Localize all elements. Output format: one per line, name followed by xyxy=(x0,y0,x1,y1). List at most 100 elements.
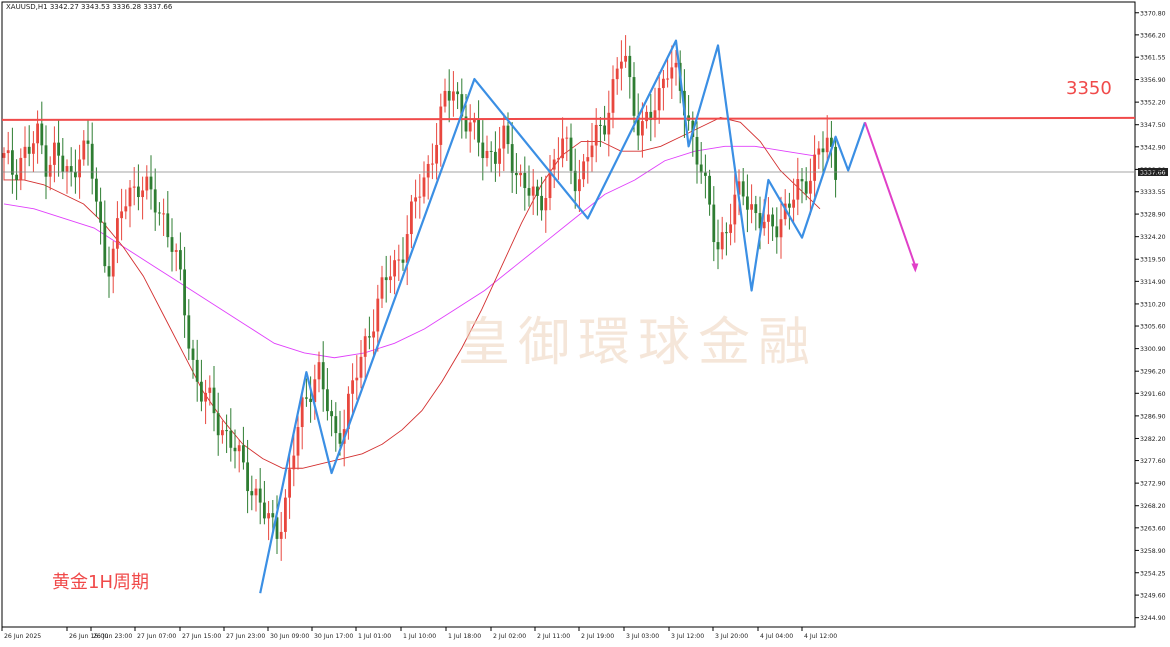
bear-candle-body xyxy=(166,213,170,238)
bear-candle-body xyxy=(15,174,18,181)
bear-candle-body xyxy=(771,214,774,227)
x-tick-label: 30 Jun 17:00 xyxy=(314,633,353,640)
bull-candle-body xyxy=(519,172,522,176)
bull-candle-body xyxy=(53,142,56,165)
bear-candle-body xyxy=(86,140,90,144)
bear-candle-body xyxy=(821,148,825,153)
bull-candle-body xyxy=(405,234,409,263)
bear-candle-body xyxy=(515,172,518,176)
bull-candle-body xyxy=(414,197,417,202)
y-tick-label: 3300.90 xyxy=(1140,346,1166,353)
bull-candle-body xyxy=(426,163,430,178)
bull-candle-body xyxy=(586,157,590,162)
y-tick-label: 3272.90 xyxy=(1140,481,1166,488)
y-tick-label: 3286.90 xyxy=(1140,413,1166,420)
bull-candle-body xyxy=(552,159,556,170)
y-tick-label: 3268.20 xyxy=(1140,503,1166,510)
y-tick-label: 3366.20 xyxy=(1140,32,1166,39)
timeframe-caption: 黄金1H周期 xyxy=(52,572,149,593)
bull-candle-body xyxy=(779,219,783,238)
y-tick-label: 3324.20 xyxy=(1140,234,1166,241)
bear-candle-body xyxy=(229,430,233,448)
bull-candle-body xyxy=(418,196,422,198)
y-tick-label: 3333.55 xyxy=(1140,189,1166,196)
bear-candle-body xyxy=(250,491,254,496)
bull-candle-body xyxy=(372,331,375,338)
bull-candle-body xyxy=(174,250,178,252)
y-tick-label: 3254.25 xyxy=(1140,570,1166,577)
bull-candle-body xyxy=(145,176,149,191)
bull-candle-body xyxy=(502,125,506,149)
bear-candle-body xyxy=(628,55,632,78)
bull-candle-body xyxy=(813,154,816,181)
x-tick-label: 3 Jul 03:00 xyxy=(626,633,659,640)
bear-candle-body xyxy=(527,188,531,196)
bull-candle-body xyxy=(674,62,678,68)
y-tick-label: 3277.60 xyxy=(1140,458,1166,465)
bull-candle-body xyxy=(615,68,619,80)
bull-candle-body xyxy=(443,90,447,107)
bull-candle-body xyxy=(48,164,52,177)
bear-candle-body xyxy=(95,178,98,202)
bear-candle-body xyxy=(800,179,804,182)
bear-candle-body xyxy=(191,348,195,360)
x-tick-label: 4 Jul 12:00 xyxy=(804,633,837,640)
bull-candle-body xyxy=(363,336,367,357)
bull-candle-body xyxy=(355,377,359,381)
bull-candle-body xyxy=(380,277,384,299)
y-tick-label: 3258.90 xyxy=(1140,548,1166,555)
x-tick-label: 26 Jun 2025 xyxy=(4,633,41,640)
bear-candle-body xyxy=(716,242,720,250)
y-tick-label: 3370.80 xyxy=(1140,10,1166,17)
bear-candle-body xyxy=(61,155,65,172)
bear-candle-body xyxy=(489,150,493,152)
bull-candle-body xyxy=(32,143,35,154)
bull-candle-body xyxy=(767,214,770,222)
bull-candle-body xyxy=(611,79,615,113)
bear-candle-body xyxy=(179,250,182,270)
bull-candle-body xyxy=(620,61,623,69)
bull-candle-body xyxy=(162,213,165,215)
bull-candle-body xyxy=(120,211,123,219)
y-tick-label: 3244.90 xyxy=(1140,615,1166,622)
bull-candle-body xyxy=(498,148,501,164)
bull-candle-body xyxy=(2,153,6,158)
bull-candle-body xyxy=(485,150,489,159)
y-tick-label: 3338.20 xyxy=(1140,167,1166,174)
bull-candle-body xyxy=(389,276,392,281)
bear-candle-body xyxy=(456,91,459,95)
bull-candle-body xyxy=(141,190,144,198)
bear-candle-body xyxy=(225,430,228,432)
x-tick-label: 27 Jun 23:00 xyxy=(226,633,265,640)
bull-candle-body xyxy=(531,186,535,196)
bull-candle-body xyxy=(809,180,812,194)
bull-candle-body xyxy=(288,469,291,498)
x-tick-label: 2 Jul 11:00 xyxy=(537,633,570,640)
bull-candle-body xyxy=(221,430,224,436)
x-tick-label: 2 Jul 19:00 xyxy=(581,633,614,640)
bull-candle-body xyxy=(439,106,443,145)
bear-candle-body xyxy=(305,397,308,399)
bull-candle-body xyxy=(607,112,611,135)
y-tick-label: 3342.90 xyxy=(1140,144,1166,151)
bear-candle-body xyxy=(573,170,577,192)
bull-candle-body xyxy=(817,148,821,155)
bear-candle-body xyxy=(788,203,791,208)
bear-candle-body xyxy=(334,416,338,434)
bull-candle-body xyxy=(452,91,455,101)
bull-candle-body xyxy=(557,158,560,160)
x-tick-label: 1 Jul 01:00 xyxy=(358,633,391,640)
bear-candle-body xyxy=(523,172,527,189)
bull-candle-body xyxy=(208,387,212,393)
bull-candle-body xyxy=(624,55,627,62)
y-tick-label: 3352.20 xyxy=(1140,100,1166,107)
bull-candle-body xyxy=(36,123,39,144)
bear-candle-body xyxy=(69,166,73,172)
bear-candle-body xyxy=(103,222,107,267)
bull-candle-body xyxy=(128,187,132,207)
bull-candle-body xyxy=(254,488,258,496)
bear-candle-body xyxy=(494,151,497,164)
bear-candle-body xyxy=(149,176,153,190)
x-tick-label: 3 Jul 20:00 xyxy=(715,633,748,640)
bull-candle-body xyxy=(359,356,363,378)
